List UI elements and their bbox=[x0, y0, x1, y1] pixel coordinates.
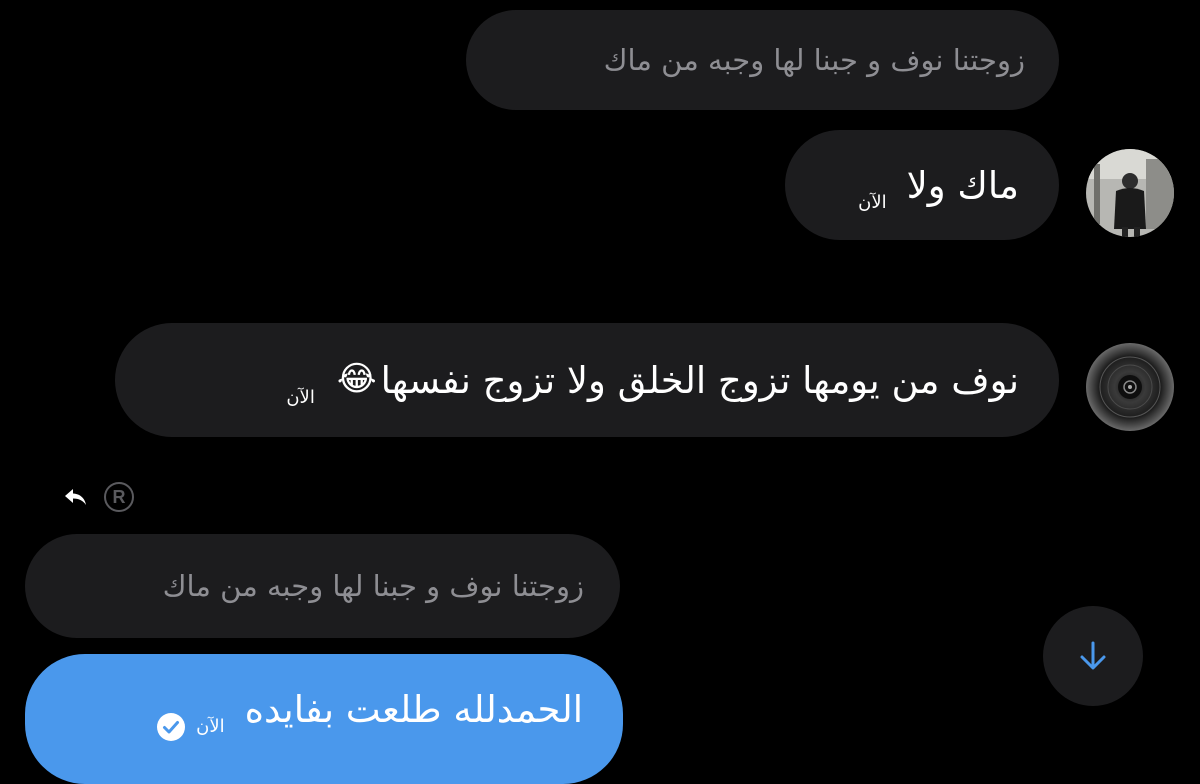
message-timestamp: الآن bbox=[858, 192, 887, 213]
check-circle-icon bbox=[157, 713, 186, 741]
message-timestamp: الآن bbox=[196, 716, 225, 737]
avatar-photo-icon bbox=[1086, 343, 1174, 431]
reply-arrow-icon bbox=[65, 489, 86, 505]
avatar[interactable] bbox=[1086, 343, 1174, 431]
laughing-emoji-icon: 😂 bbox=[336, 359, 377, 399]
scroll-to-bottom-button[interactable] bbox=[1043, 606, 1143, 706]
message-text: الحمدلله طلعت بفايده bbox=[244, 688, 583, 731]
outgoing-message[interactable]: الحمدلله طلعت بفايده الآن bbox=[25, 654, 623, 784]
incoming-message[interactable]: نوف من يومها تزوج الخلق ولا تزوج نفسها 😂… bbox=[115, 323, 1059, 437]
message-timestamp: الآن bbox=[286, 387, 315, 408]
message-text: ماك ولا bbox=[906, 164, 1019, 207]
arrow-down-icon bbox=[1080, 641, 1106, 670]
avatar-photo-icon bbox=[1086, 149, 1174, 237]
quoted-message[interactable]: زوجتنا نوف و جبنا لها وجبه من ماك bbox=[466, 10, 1059, 110]
avatar[interactable] bbox=[1086, 149, 1174, 237]
message-text: زوجتنا نوف و جبنا لها وجبه من ماك bbox=[162, 569, 584, 603]
reply-indicator: R bbox=[62, 482, 134, 512]
message-text: نوف من يومها تزوج الخلق ولا تزوج نفسها bbox=[380, 359, 1019, 402]
incoming-message[interactable]: ماك ولا الآن bbox=[785, 130, 1059, 240]
registered-icon: R bbox=[104, 482, 134, 512]
quoted-message[interactable]: زوجتنا نوف و جبنا لها وجبه من ماك bbox=[25, 534, 620, 638]
message-text: زوجتنا نوف و جبنا لها وجبه من ماك bbox=[603, 43, 1025, 77]
